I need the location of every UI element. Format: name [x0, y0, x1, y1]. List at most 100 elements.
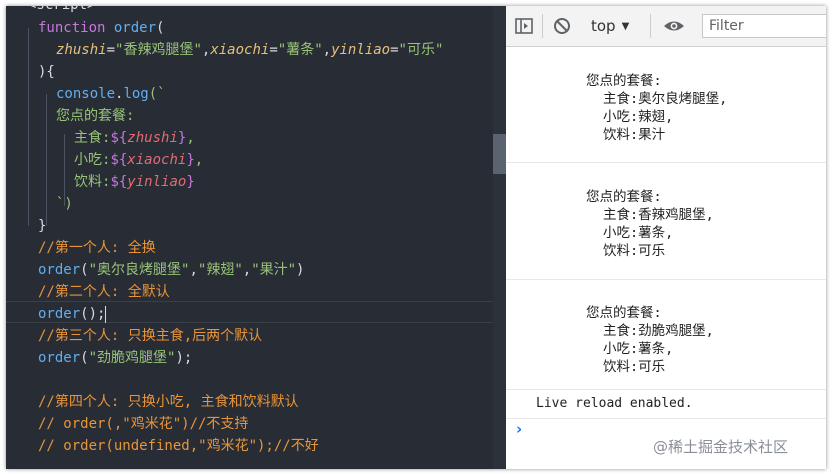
string-literal: "奥尔良烤腿堡" [88, 262, 190, 278]
string-literal: "果汁" [251, 262, 297, 278]
code-line-2[interactable]: zhushi="香辣鸡腿堡",xiaochi="薯条",yinliao="可乐" [56, 39, 443, 61]
paren: ); [175, 350, 193, 366]
code-line-1[interactable]: function order( [38, 17, 164, 39]
template-text: , [194, 152, 204, 168]
console-log-entry[interactable]: 您点的套餐: 主食:香辣鸡腿堡, 小吃:薯条, 饮料:可乐 [506, 163, 826, 280]
code-editor[interactable]: <script> function order( zhushi="香辣鸡腿堡",… [6, 6, 506, 469]
code-line-6[interactable]: 主食:${zhushi}, [74, 127, 195, 149]
sidebar-toggle-icon[interactable] [514, 16, 534, 36]
console-log-entry[interactable]: 您点的套餐: 主食:劲脆鸡腿堡, 小吃:薯条, 饮料:可乐 [506, 280, 826, 390]
log-main: 主食:香辣鸡腿堡, [603, 207, 714, 223]
dropdown-arrow-icon: ▼ [621, 21, 630, 32]
template-text: , [186, 130, 195, 146]
context-selector[interactable]: top ▼ [591, 14, 629, 38]
log-snack: 小吃:薯条, [603, 225, 674, 241]
code-line-7[interactable]: 小吃:${xiaochi}, [74, 149, 203, 171]
code-line-5[interactable]: 您点的套餐: [56, 105, 134, 127]
interpolation-close: } [186, 174, 195, 190]
code-line-20-comment[interactable]: // order(undefined,"鸡米花");//不好 [38, 435, 319, 457]
interpolation-close: } [186, 152, 195, 168]
log-title: 您点的套餐: [586, 189, 662, 205]
editor-scrollbar-track[interactable] [493, 6, 506, 469]
code-line-12[interactable]: order("奥尔良烤腿堡","辣翅","果汁") [38, 259, 304, 281]
log-method: log [123, 86, 149, 102]
script-tag-fragment: <script> [28, 6, 95, 16]
text-caret [105, 305, 107, 323]
code-line-16[interactable]: order("劲脆鸡腿堡"); [38, 347, 192, 369]
live-reload-message: Live reload enabled. [536, 396, 693, 411]
context-value: top [591, 17, 616, 35]
interpolated-variable: yinliao [127, 174, 187, 190]
code-line-10[interactable]: } [38, 215, 46, 237]
code-line-18-comment[interactable]: //第四个人: 只换小吃, 主食和饮料默认 [38, 391, 299, 413]
string-literal: "香辣鸡腿堡" [115, 42, 202, 58]
log-main: 主食:奥尔良烤腿堡, [603, 91, 728, 107]
code-line-4[interactable]: console.log(` [56, 83, 166, 105]
log-snack: 小吃:辣翅, [603, 109, 674, 125]
log-snack: 小吃:薯条, [603, 341, 674, 357]
log-title: 您点的套餐: [586, 305, 662, 321]
indent-guide [28, 28, 29, 226]
template-open: (` [148, 86, 166, 102]
string-literal: "辣翅" [197, 262, 243, 278]
param-yinliao: yinliao [331, 42, 391, 58]
console-object: console [56, 86, 116, 102]
interpolation-open: ${ [110, 174, 128, 190]
operator: = [390, 42, 399, 58]
comma: , [322, 42, 332, 58]
function-call: order [38, 306, 81, 322]
comma: , [242, 262, 252, 278]
divider [506, 418, 826, 419]
console-toolbar: top ▼ [506, 6, 826, 47]
toolbar-separator [542, 14, 543, 38]
eye-icon[interactable] [662, 16, 686, 36]
paren: ( [156, 20, 165, 36]
string-literal: "薯条" [277, 42, 323, 58]
paren: ( [80, 350, 89, 366]
indent-guide [46, 94, 47, 226]
param-zhushi: zhushi [56, 42, 107, 58]
operator: = [269, 42, 278, 58]
console-prompt-icon[interactable]: › [516, 420, 522, 438]
log-drink: 饮料:果汁 [603, 127, 666, 143]
paren: ) [296, 262, 305, 278]
editor-scrollbar-thumb[interactable] [493, 134, 506, 174]
code-line-13-comment[interactable]: //第二个人: 全默认 [38, 281, 170, 303]
code-line-9[interactable]: `) [56, 193, 73, 215]
toolbar-separator [650, 14, 651, 38]
screenshot-frame: <script> function order( zhushi="香辣鸡腿堡",… [6, 6, 826, 469]
function-call: order [38, 350, 81, 366]
log-title: 您点的套餐: [586, 73, 662, 89]
code-line-19-comment[interactable]: // order(,"鸡米花")//不支持 [38, 413, 248, 435]
code-line-3[interactable]: ){ [38, 61, 55, 83]
call-args: (); [80, 306, 106, 322]
log-drink: 饮料:可乐 [603, 359, 666, 375]
operator: = [106, 42, 116, 58]
function-name: order [113, 20, 157, 36]
string-literal: "可乐" [398, 42, 444, 58]
code-line-8[interactable]: 饮料:${yinliao} [74, 171, 195, 193]
interpolation-open: ${ [110, 130, 128, 146]
log-main: 主食:劲脆鸡腿堡, [603, 323, 714, 339]
paren: ( [80, 262, 89, 278]
keyword-function: function [38, 20, 106, 36]
interpolated-variable: zhushi [127, 130, 178, 146]
template-text: 小吃: [74, 152, 111, 168]
watermark: @稀土掘金技术社区 [653, 438, 789, 456]
log-drink: 饮料:可乐 [603, 243, 666, 259]
code-line-11-comment[interactable]: //第一个人: 全换 [38, 237, 156, 259]
function-call: order [38, 262, 81, 278]
template-text: 饮料: [74, 174, 111, 190]
code-line-15-comment[interactable]: //第三个人: 只换主食,后两个默认 [38, 325, 262, 347]
interpolated-variable: xiaochi [127, 152, 187, 168]
code-line-14[interactable]: order(); [38, 303, 107, 325]
console-log-entry[interactable]: 您点的套餐: 主食:奥尔良烤腿堡, 小吃:辣翅, 饮料:果汁 [506, 46, 826, 163]
comma: , [189, 262, 198, 278]
devtools-console-panel: top ▼ 您点的套餐: 主食:奥尔良烤腿堡, 小吃:辣翅, 饮料:果汁 您点的套… [506, 6, 826, 469]
string-literal: "劲脆鸡腿堡" [88, 350, 176, 366]
param-xiaochi: xiaochi [210, 42, 270, 58]
filter-input[interactable] [702, 14, 826, 38]
template-text: 主食: [74, 130, 111, 146]
interpolation-open: ${ [110, 152, 128, 168]
clear-console-icon[interactable] [552, 16, 572, 36]
